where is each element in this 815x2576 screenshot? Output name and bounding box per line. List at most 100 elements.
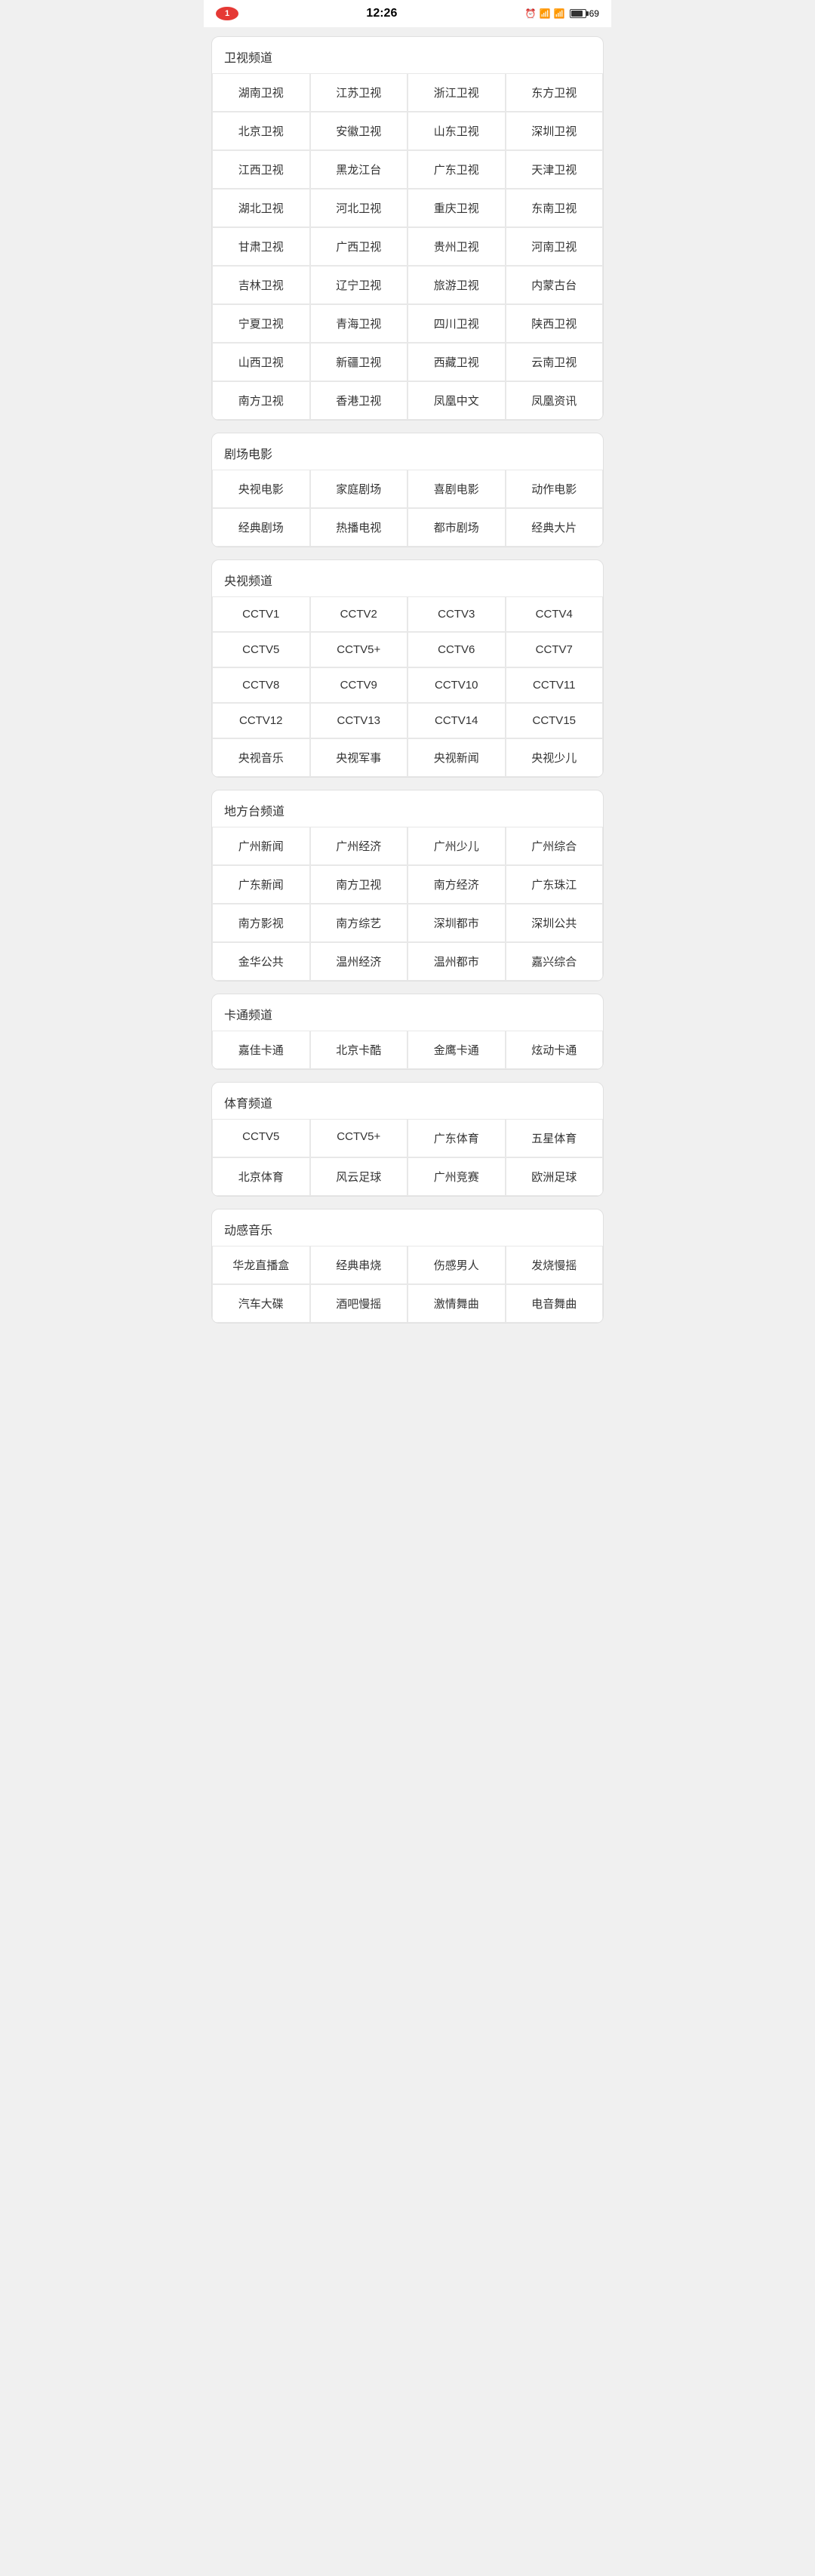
channel-cell[interactable]: 汽车大碟 bbox=[212, 1284, 310, 1323]
channel-cell[interactable]: 广东体育 bbox=[408, 1119, 506, 1157]
channel-cell[interactable]: 广东珠江 bbox=[506, 865, 604, 904]
channel-cell[interactable]: 青海卫视 bbox=[310, 304, 408, 343]
channel-cell[interactable]: 北京卫视 bbox=[212, 112, 310, 150]
channel-cell[interactable]: 热播电视 bbox=[310, 508, 408, 547]
channel-cell[interactable]: 深圳都市 bbox=[408, 904, 506, 942]
channel-cell[interactable]: 贵州卫视 bbox=[408, 227, 506, 266]
channel-cell[interactable]: 喜剧电影 bbox=[408, 470, 506, 508]
channel-cell[interactable]: CCTV1 bbox=[212, 596, 310, 632]
channel-cell[interactable]: 伤感男人 bbox=[408, 1246, 506, 1284]
channel-cell[interactable]: 深圳卫视 bbox=[506, 112, 604, 150]
channel-cell[interactable]: 湖北卫视 bbox=[212, 189, 310, 227]
channel-cell[interactable]: 广州少儿 bbox=[408, 827, 506, 865]
channel-cell[interactable]: 欧洲足球 bbox=[506, 1157, 604, 1196]
channel-cell[interactable]: CCTV4 bbox=[506, 596, 604, 632]
channel-cell[interactable]: 经典剧场 bbox=[212, 508, 310, 547]
channel-cell[interactable]: CCTV8 bbox=[212, 667, 310, 703]
channel-cell[interactable]: 广东新闻 bbox=[212, 865, 310, 904]
channel-cell[interactable]: 深圳公共 bbox=[506, 904, 604, 942]
channel-cell[interactable]: 温州都市 bbox=[408, 942, 506, 981]
channel-cell[interactable]: 陕西卫视 bbox=[506, 304, 604, 343]
channel-cell[interactable]: CCTV14 bbox=[408, 703, 506, 738]
channel-cell[interactable]: CCTV13 bbox=[310, 703, 408, 738]
channel-cell[interactable]: 嘉兴综合 bbox=[506, 942, 604, 981]
channel-cell[interactable]: 凤凰中文 bbox=[408, 381, 506, 420]
channel-cell[interactable]: 金鹰卡通 bbox=[408, 1031, 506, 1069]
channel-cell[interactable]: 央视军事 bbox=[310, 738, 408, 777]
channel-cell[interactable]: CCTV5+ bbox=[310, 632, 408, 667]
channel-cell[interactable]: CCTV2 bbox=[310, 596, 408, 632]
channel-cell[interactable]: 河南卫视 bbox=[506, 227, 604, 266]
channel-cell[interactable]: 动作电影 bbox=[506, 470, 604, 508]
channel-cell[interactable]: 重庆卫视 bbox=[408, 189, 506, 227]
channel-cell[interactable]: 广州经济 bbox=[310, 827, 408, 865]
channel-cell[interactable]: 金华公共 bbox=[212, 942, 310, 981]
channel-cell[interactable]: CCTV7 bbox=[506, 632, 604, 667]
channel-cell[interactable]: 山东卫视 bbox=[408, 112, 506, 150]
channel-cell[interactable]: CCTV10 bbox=[408, 667, 506, 703]
channel-cell[interactable]: 炫动卡通 bbox=[506, 1031, 604, 1069]
channel-cell[interactable]: 北京卡酷 bbox=[310, 1031, 408, 1069]
channel-cell[interactable]: 湖南卫视 bbox=[212, 73, 310, 112]
channel-cell[interactable]: 广州竞赛 bbox=[408, 1157, 506, 1196]
channel-cell[interactable]: 新疆卫视 bbox=[310, 343, 408, 381]
channel-cell[interactable]: 广东卫视 bbox=[408, 150, 506, 189]
channel-cell[interactable]: CCTV3 bbox=[408, 596, 506, 632]
channel-cell[interactable]: 家庭剧场 bbox=[310, 470, 408, 508]
channel-cell[interactable]: 激情舞曲 bbox=[408, 1284, 506, 1323]
channel-cell[interactable]: CCTV9 bbox=[310, 667, 408, 703]
channel-cell[interactable]: 央视音乐 bbox=[212, 738, 310, 777]
channel-cell[interactable]: 经典串烧 bbox=[310, 1246, 408, 1284]
channel-cell[interactable]: 凤凰资讯 bbox=[506, 381, 604, 420]
channel-cell[interactable]: 辽宁卫视 bbox=[310, 266, 408, 304]
channel-cell[interactable]: 北京体育 bbox=[212, 1157, 310, 1196]
channel-cell[interactable]: 山西卫视 bbox=[212, 343, 310, 381]
channel-cell[interactable]: 都市剧场 bbox=[408, 508, 506, 547]
channel-cell[interactable]: 云南卫视 bbox=[506, 343, 604, 381]
channel-cell[interactable]: 央视新闻 bbox=[408, 738, 506, 777]
channel-cell[interactable]: 吉林卫视 bbox=[212, 266, 310, 304]
channel-cell[interactable]: 央视少儿 bbox=[506, 738, 604, 777]
channel-cell[interactable]: CCTV5 bbox=[212, 1119, 310, 1157]
channel-cell[interactable]: 南方经济 bbox=[408, 865, 506, 904]
channel-cell[interactable]: CCTV11 bbox=[506, 667, 604, 703]
channel-cell[interactable]: 南方卫视 bbox=[212, 381, 310, 420]
channel-cell[interactable]: 五星体育 bbox=[506, 1119, 604, 1157]
channel-cell[interactable]: 嘉佳卡通 bbox=[212, 1031, 310, 1069]
channel-cell[interactable]: 东南卫视 bbox=[506, 189, 604, 227]
channel-cell[interactable]: 广州新闻 bbox=[212, 827, 310, 865]
channel-cell[interactable]: 华龙直播盒 bbox=[212, 1246, 310, 1284]
channel-cell[interactable]: 电音舞曲 bbox=[506, 1284, 604, 1323]
channel-cell[interactable]: 风云足球 bbox=[310, 1157, 408, 1196]
channel-cell[interactable]: 温州经济 bbox=[310, 942, 408, 981]
channel-cell[interactable]: 酒吧慢摇 bbox=[310, 1284, 408, 1323]
channel-cell[interactable]: 江苏卫视 bbox=[310, 73, 408, 112]
channel-cell[interactable]: 内蒙古台 bbox=[506, 266, 604, 304]
channel-cell[interactable]: 宁夏卫视 bbox=[212, 304, 310, 343]
channel-cell[interactable]: 南方卫视 bbox=[310, 865, 408, 904]
channel-cell[interactable]: 江西卫视 bbox=[212, 150, 310, 189]
channel-cell[interactable]: 广州综合 bbox=[506, 827, 604, 865]
channel-cell[interactable]: CCTV5 bbox=[212, 632, 310, 667]
channel-cell[interactable]: 天津卫视 bbox=[506, 150, 604, 189]
channel-cell[interactable]: 香港卫视 bbox=[310, 381, 408, 420]
channel-cell[interactable]: CCTV6 bbox=[408, 632, 506, 667]
channel-cell[interactable]: 发烧慢摇 bbox=[506, 1246, 604, 1284]
channel-cell[interactable]: 广西卫视 bbox=[310, 227, 408, 266]
channel-cell[interactable]: CCTV12 bbox=[212, 703, 310, 738]
channel-cell[interactable]: 浙江卫视 bbox=[408, 73, 506, 112]
channel-cell[interactable]: CCTV15 bbox=[506, 703, 604, 738]
channel-cell[interactable]: 东方卫视 bbox=[506, 73, 604, 112]
channel-cell[interactable]: 央视电影 bbox=[212, 470, 310, 508]
channel-cell[interactable]: 南方影视 bbox=[212, 904, 310, 942]
channel-cell[interactable]: CCTV5+ bbox=[310, 1119, 408, 1157]
channel-cell[interactable]: 河北卫视 bbox=[310, 189, 408, 227]
channel-cell[interactable]: 旅游卫视 bbox=[408, 266, 506, 304]
channel-cell[interactable]: 四川卫视 bbox=[408, 304, 506, 343]
channel-cell[interactable]: 安徽卫视 bbox=[310, 112, 408, 150]
channel-cell[interactable]: 黑龙江台 bbox=[310, 150, 408, 189]
channel-cell[interactable]: 南方综艺 bbox=[310, 904, 408, 942]
channel-cell[interactable]: 甘肃卫视 bbox=[212, 227, 310, 266]
channel-cell[interactable]: 经典大片 bbox=[506, 508, 604, 547]
channel-cell[interactable]: 西藏卫视 bbox=[408, 343, 506, 381]
